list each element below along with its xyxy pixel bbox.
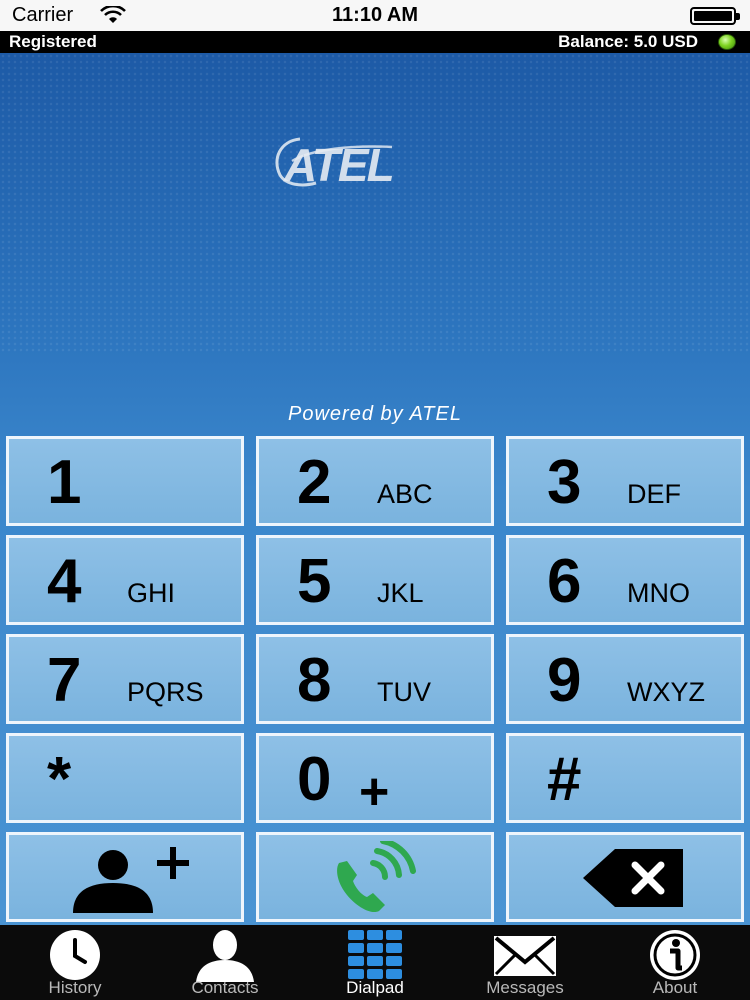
key-0[interactable]: 0 +	[256, 733, 494, 823]
tab-contacts[interactable]: Contacts	[150, 925, 300, 1000]
tab-history[interactable]: History	[0, 925, 150, 1000]
key-letters: ABC	[377, 479, 433, 509]
dialpad-icon	[348, 930, 402, 979]
key-letters: GHI	[127, 578, 176, 608]
status-indicator-icon	[718, 34, 736, 50]
key-digit: 1	[47, 448, 82, 517]
key-digit: 2	[297, 448, 332, 517]
registration-bar: Registered Balance: 5.0 USD	[0, 31, 750, 53]
key-digit: 3	[547, 448, 582, 517]
call-icon	[337, 841, 416, 913]
key-9[interactable]: 9 WXYZ	[506, 634, 744, 724]
svg-text:ATEL: ATEL	[283, 139, 393, 191]
key-digit: 6	[547, 547, 582, 616]
key-5[interactable]: 5 JKL	[256, 535, 494, 625]
key-digit: 8	[297, 646, 332, 715]
key-hash[interactable]: #	[506, 733, 744, 823]
key-8[interactable]: 8 TUV	[256, 634, 494, 724]
add-contact-icon	[73, 847, 189, 913]
tab-label: About	[652, 978, 698, 997]
tab-about[interactable]: About	[600, 925, 750, 1000]
key-digit: 0	[297, 745, 332, 814]
tab-label: History	[48, 978, 102, 997]
key-digit: #	[547, 745, 582, 814]
add-contact-button[interactable]	[6, 832, 244, 922]
powered-by-text: Powered by ATEL	[288, 403, 462, 425]
key-6[interactable]: 6 MNO	[506, 535, 744, 625]
clock-icon	[50, 930, 100, 980]
clock-time: 11:10 AM	[332, 4, 418, 26]
tab-label: Messages	[486, 978, 564, 997]
status-bar: Carrier 11:10 AM	[0, 0, 750, 31]
key-letters: DEF	[627, 479, 681, 509]
key-1[interactable]: 1	[6, 436, 244, 526]
battery-icon	[690, 7, 740, 25]
envelope-icon	[494, 936, 556, 976]
key-star[interactable]: *	[6, 733, 244, 823]
tab-messages[interactable]: Messages	[450, 925, 600, 1000]
key-3[interactable]: 3 DEF	[506, 436, 744, 526]
key-letters: MNO	[627, 578, 690, 608]
info-icon	[650, 930, 700, 980]
registration-status: Registered	[9, 32, 97, 51]
key-letters: WXYZ	[627, 677, 705, 707]
key-digit: 7	[47, 646, 82, 715]
tab-label: Dialpad	[346, 978, 404, 997]
person-icon	[196, 930, 254, 982]
call-button[interactable]	[256, 832, 494, 922]
atel-logo: ATEL	[275, 137, 395, 191]
key-2[interactable]: 2 ABC	[256, 436, 494, 526]
key-letters: PQRS	[127, 677, 204, 707]
balance-label: Balance: 5.0 USD	[558, 32, 698, 51]
key-letters: JKL	[377, 578, 424, 608]
tab-dialpad[interactable]: Dialpad	[300, 925, 450, 1000]
key-digit: 4	[47, 547, 82, 616]
key-7[interactable]: 7 PQRS	[6, 634, 244, 724]
key-digit: 5	[297, 547, 332, 616]
backspace-icon	[583, 849, 683, 907]
key-4[interactable]: 4 GHI	[6, 535, 244, 625]
tab-label: Contacts	[191, 978, 259, 997]
backspace-button[interactable]	[506, 832, 744, 922]
dialer-background: ATEL Powered by ATEL 1 2 ABC 3 DEF 4 GHI 5 JKL 6 M…	[0, 53, 750, 925]
key-digit: *	[47, 745, 72, 814]
key-digit: 9	[547, 646, 582, 715]
key-letters: +	[359, 763, 390, 821]
tab-bar: History Contacts Dialpad Messages About	[0, 925, 750, 1000]
key-letters: TUV	[377, 677, 431, 707]
